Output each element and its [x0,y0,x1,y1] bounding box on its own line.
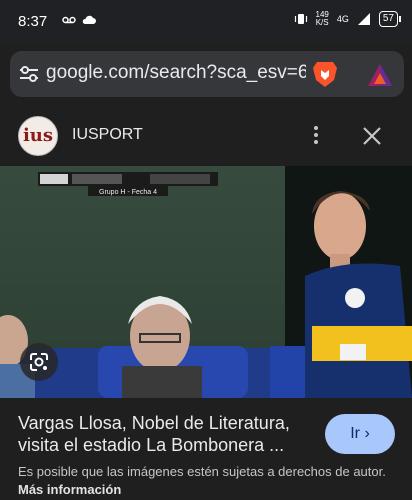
preview-image[interactable]: Grupo H - Fecha 4 [0,166,412,398]
network-speed-unit: K/S [315,18,329,27]
google-lens-icon [30,353,48,371]
result-title[interactable]: Vargas Llosa, Nobel de Literatura, visit… [18,412,318,456]
cloud-icon [82,15,96,24]
status-left-icons [62,14,96,26]
url-text[interactable]: google.com/search?sca_esv=6c [46,62,306,84]
site-settings-icon[interactable] [18,64,40,84]
network-speed: 149 K/S [316,11,329,27]
signal-icon [357,13,370,25]
copyright-disclaimer: Es posible que las imágenes estén sujeta… [18,463,398,499]
visit-button[interactable]: Ir › [325,414,395,454]
status-right-icons: 149 K/S 4G 57 [294,11,402,27]
brave-shields-icon[interactable] [312,60,338,88]
lens-search-button[interactable] [20,343,58,381]
brave-rewards-icon[interactable] [367,63,393,87]
vibrate-icon [294,14,307,24]
voicemail-icon [62,16,76,24]
address-bar[interactable]: google.com/search?sca_esv=6c [10,51,404,97]
status-bar: 8:37 149 K/S 4G 57 [0,0,412,44]
battery-indicator: 57 [378,11,402,27]
site-name[interactable]: IUSPORT [72,126,143,144]
disclaimer-text: Es posible que las imágenes estén sujeta… [18,464,386,479]
status-time: 8:37 [18,13,48,30]
chevron-right-icon: › [364,425,370,442]
stadium-photo: Grupo H - Fecha 4 [0,166,412,398]
network-type: 4G [336,14,349,24]
visit-button-label: Ir [350,425,360,442]
close-icon[interactable] [360,124,384,148]
scoreboard-caption: Grupo H - Fecha 4 [99,189,157,196]
more-info-link[interactable]: Más información [18,482,121,497]
site-logo[interactable]: ius [18,116,58,156]
more-options-icon[interactable] [308,124,324,148]
